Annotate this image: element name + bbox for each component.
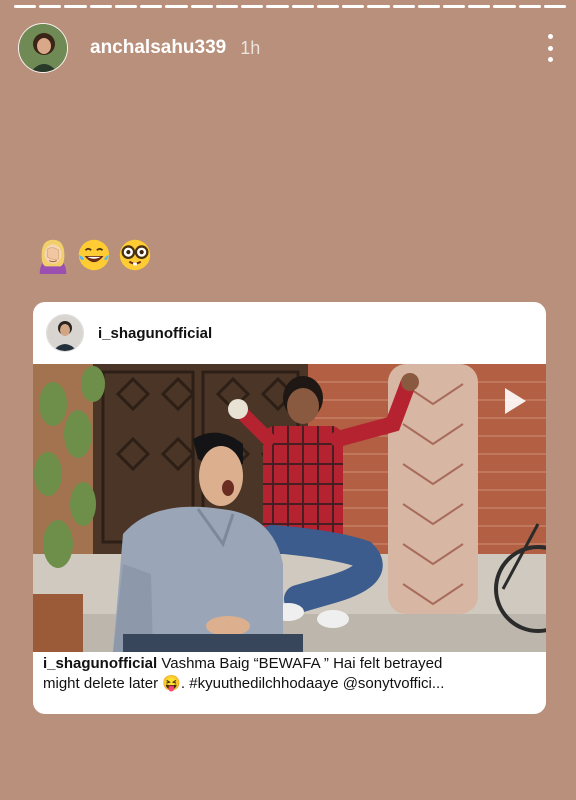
progress-segment: [64, 5, 87, 8]
tears-of-joy-icon: [78, 239, 110, 271]
progress-segment: [417, 5, 440, 8]
progress-segment: [266, 5, 289, 8]
caption-line-2: might delete later 😝. #kyuuthedilchhodaa…: [43, 674, 536, 694]
woman-facepalming-icon: [39, 239, 67, 274]
nerd-face-icon: [119, 239, 151, 271]
caption-text-2b: . #kyuuthedilchhodaaye @sonytvoffici...: [180, 675, 445, 692]
progress-segment: [114, 5, 138, 8]
post-header: i_shagunofficial: [33, 302, 546, 364]
more-options-icon[interactable]: [540, 34, 560, 62]
story-timestamp: 1h: [240, 37, 261, 58]
progress-segment: [291, 5, 314, 8]
caption-text-2a: might delete later: [43, 675, 163, 692]
progress-segment: [241, 5, 264, 8]
shared-post-card[interactable]: i_shagunofficial i_shagunofficial Vashma…: [33, 302, 546, 714]
progress-segment: [14, 5, 37, 8]
story-progress-bar: [14, 5, 567, 8]
caption-text-1: Vashma Baig “BEWAFA ” Hai felt betrayed: [157, 655, 443, 672]
caption-line-1: i_shagunofficial Vashma Baig “BEWAFA ” H…: [43, 654, 536, 674]
progress-segment: [342, 5, 365, 8]
progress-segment: [442, 5, 466, 8]
progress-segment: [190, 5, 213, 8]
progress-segment: [89, 5, 112, 8]
progress-segment: [493, 5, 516, 8]
caption-username[interactable]: i_shagunofficial: [43, 655, 157, 672]
squinting-tongue-icon: 😝: [162, 675, 181, 692]
story-header: anchalsahu339 1h: [18, 22, 560, 74]
progress-segment: [140, 5, 163, 8]
progress-segment: [316, 5, 340, 8]
progress-segment: [543, 5, 567, 8]
post-author-username[interactable]: i_shagunofficial: [98, 325, 212, 342]
post-author-avatar[interactable]: [46, 314, 84, 352]
post-photo-image: [33, 364, 546, 652]
play-icon[interactable]: [502, 386, 528, 416]
profile-avatar[interactable]: [18, 23, 68, 73]
progress-segment: [215, 5, 239, 8]
progress-segment: [392, 5, 415, 8]
progress-segment: [165, 5, 188, 8]
emoji-sticker-row: [34, 236, 154, 274]
story-username[interactable]: anchalsahu339: [90, 37, 226, 59]
progress-segment: [518, 5, 541, 8]
progress-segment: [367, 5, 390, 8]
progress-segment: [39, 5, 62, 8]
post-caption: i_shagunofficial Vashma Baig “BEWAFA ” H…: [43, 654, 536, 694]
post-photo[interactable]: [33, 364, 546, 652]
progress-segment: [468, 5, 491, 8]
